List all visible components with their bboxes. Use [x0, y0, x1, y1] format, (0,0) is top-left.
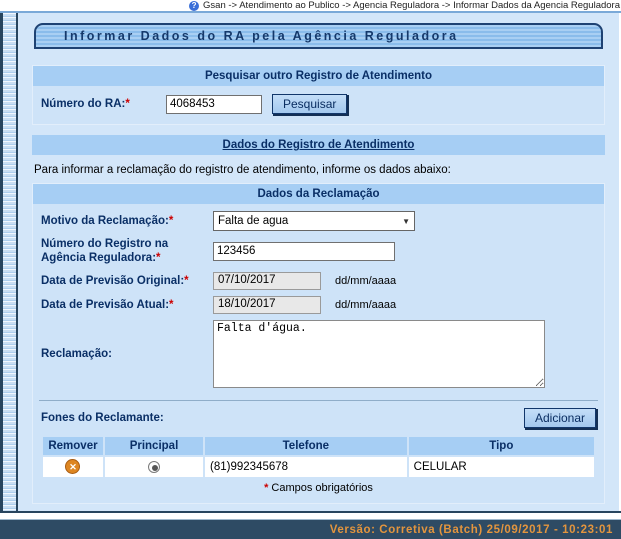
dropdown-arrow-icon	[402, 217, 410, 226]
breadcrumb-bar: Gsan -> Atendimento ao Publico -> Agenci…	[0, 0, 621, 13]
ra-number-input[interactable]	[166, 95, 262, 114]
motivo-row: Motivo da Reclamação:* Falta de agua	[33, 204, 604, 234]
remove-icon[interactable]	[65, 459, 80, 474]
data-previsao-original-value: 07/10/2017	[213, 272, 321, 290]
data-previsao-atual-label: Data de Previsão Atual:*	[41, 298, 213, 312]
principal-cell	[105, 457, 203, 477]
help-icon[interactable]	[189, 1, 199, 11]
section-divider	[39, 400, 598, 401]
principal-radio[interactable]	[148, 461, 160, 473]
content-panel: Informar Dados do RA pela Agência Regula…	[18, 13, 619, 511]
col-header-remover: Remover	[43, 437, 103, 455]
data-previsao-atual-hint: dd/mm/aaaa	[335, 299, 396, 311]
tipo-cell: CELULAR	[409, 457, 594, 477]
version-footer: Versão: Corretiva (Batch) 25/09/2017 - 1…	[0, 519, 621, 539]
data-previsao-original-label: Data de Previsão Original:*	[41, 274, 213, 288]
col-header-tipo: Tipo	[409, 437, 594, 455]
data-previsao-atual-value: 18/10/2017	[213, 296, 321, 314]
numero-registro-input[interactable]	[213, 242, 395, 261]
data-previsao-original-hint: dd/mm/aaaa	[335, 275, 396, 287]
ra-number-label: Número do RA:*	[41, 97, 166, 111]
ra-data-link[interactable]: Dados do Registro de Atendimento	[223, 139, 415, 151]
motivo-select[interactable]: Falta de agua	[213, 211, 415, 231]
page-title-tab: Informar Dados do RA pela Agência Regula…	[34, 23, 603, 49]
pesquisar-button[interactable]: Pesquisar	[272, 94, 347, 114]
claim-section: Dados da Reclamação Motivo da Reclamação…	[32, 183, 605, 504]
fones-label: Fones do Reclamante:	[41, 412, 164, 424]
required-asterisk: *	[156, 252, 160, 264]
app-window: Gsan -> Atendimento ao Publico -> Agenci…	[0, 0, 621, 539]
required-asterisk: *	[169, 299, 173, 311]
col-header-telefone: Telefone	[205, 437, 407, 455]
motivo-selected-value: Falta de agua	[218, 215, 288, 227]
radio-dot	[152, 465, 158, 471]
fones-table: Remover Principal Telefone Tipo (81)9923…	[41, 435, 596, 479]
required-asterisk: *	[184, 275, 188, 287]
claim-section-header: Dados da Reclamação	[33, 184, 604, 204]
frame-resize-gutter[interactable]	[0, 13, 18, 511]
numero-registro-label: Número do Registro na Agência Reguladora…	[41, 237, 213, 266]
numero-registro-row: Número do Registro na Agência Reguladora…	[33, 234, 604, 269]
fones-table-header-row: Remover Principal Telefone Tipo	[43, 437, 594, 455]
search-section: Pesquisar outro Registro de Atendimento …	[32, 65, 605, 125]
remover-cell	[43, 457, 103, 477]
breadcrumb: Gsan -> Atendimento ao Publico -> Agenci…	[203, 0, 620, 11]
col-header-principal: Principal	[105, 437, 203, 455]
reclamacao-textarea[interactable]: Falta d'água.	[213, 320, 545, 388]
data-previsao-atual-row: Data de Previsão Atual:* 18/10/2017 dd/m…	[33, 293, 604, 317]
page-title: Informar Dados do RA pela Agência Regula…	[64, 29, 459, 43]
intro-text: Para informar a reclamação do registro d…	[34, 164, 605, 176]
reclamacao-row: Reclamação: Falta d'água.	[33, 317, 604, 391]
required-note: * Campos obrigatórios	[33, 479, 604, 503]
motivo-label: Motivo da Reclamação:*	[41, 214, 213, 228]
adicionar-button[interactable]: Adicionar	[524, 408, 596, 428]
main-area: Informar Dados do RA pela Agência Regula…	[0, 13, 621, 513]
ra-number-row: Número do RA:* Pesquisar	[33, 86, 604, 124]
telefone-cell: (81)992345678	[205, 457, 407, 477]
table-row: (81)992345678 CELULAR	[43, 457, 594, 477]
data-previsao-original-row: Data de Previsão Original:* 07/10/2017 d…	[33, 269, 604, 293]
search-section-header: Pesquisar outro Registro de Atendimento	[33, 66, 604, 86]
version-text: Versão: Corretiva (Batch) 25/09/2017 - 1…	[330, 524, 613, 536]
fones-row: Fones do Reclamante: Adicionar	[33, 403, 604, 432]
reclamacao-label: Reclamação:	[41, 347, 213, 361]
required-asterisk: *	[125, 98, 129, 110]
required-asterisk: *	[169, 215, 173, 227]
ra-data-band: Dados do Registro de Atendimento	[32, 135, 605, 155]
